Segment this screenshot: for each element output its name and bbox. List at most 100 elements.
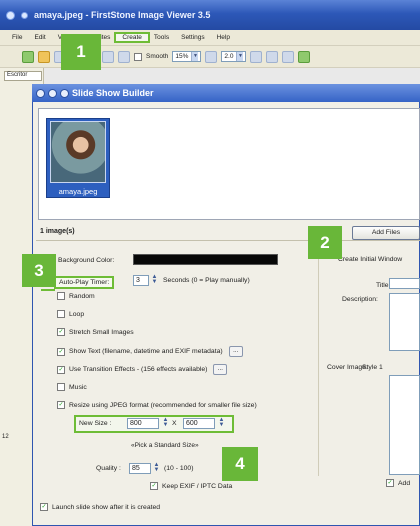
- title-input[interactable]: [389, 278, 420, 289]
- quality-input[interactable]: 85: [129, 463, 151, 474]
- option-loop[interactable]: Loop: [57, 310, 84, 318]
- menu-edit[interactable]: Edit: [28, 34, 51, 41]
- crop-icon[interactable]: [266, 50, 279, 63]
- dialog-close-icon[interactable]: [60, 88, 69, 98]
- edit-icon[interactable]: [298, 50, 311, 63]
- loop-checkbox[interactable]: [57, 310, 65, 318]
- new-size-label: New Size :: [79, 420, 112, 427]
- option-label: Stretch Small Images: [69, 328, 134, 336]
- explorer-tab[interactable]: Escritor: [4, 71, 42, 81]
- quality-hint: (10 - 100): [164, 465, 194, 472]
- random-checkbox[interactable]: [57, 292, 65, 300]
- show-text-settings-button[interactable]: ...: [228, 346, 243, 357]
- dialog-minimize-icon[interactable]: [48, 88, 57, 98]
- app-icon: [6, 10, 15, 20]
- option-label: Resize using JPEG format (recommended fo…: [69, 401, 257, 409]
- zoom-value: 15%: [175, 53, 189, 60]
- option-transitions[interactable]: ✓ Use Transition Effects - (156 effects …: [57, 364, 228, 375]
- step-badge-2: 2: [308, 226, 342, 259]
- option-add-right[interactable]: ✓ Add: [386, 479, 410, 487]
- app-title: amaya.jpeg - FirstStone Image Viewer 3.5: [34, 10, 211, 20]
- cover-image-value[interactable]: Style 1: [362, 364, 383, 371]
- option-resize[interactable]: ✓ Resize using JPEG format (recommended …: [57, 401, 257, 409]
- standard-size-picker[interactable]: «Pick a Standard Size»: [131, 442, 199, 449]
- description-input[interactable]: [389, 293, 420, 351]
- divider: [36, 240, 420, 241]
- highlight-marker: [41, 289, 55, 291]
- size-separator: X: [172, 420, 177, 427]
- app-titlebar: amaya.jpeg - FirstStone Image Viewer 3.5: [0, 0, 420, 30]
- option-label: Add: [398, 479, 411, 487]
- height-spinner[interactable]: ▲ ▼: [218, 417, 225, 429]
- rotate-icon[interactable]: [282, 50, 295, 63]
- option-label: Music: [69, 383, 87, 391]
- smooth-checkbox[interactable]: [134, 52, 142, 61]
- cover-image-preview: [389, 375, 420, 475]
- quality-label: Quality :: [96, 465, 121, 472]
- thumbnail-photo: [50, 121, 106, 183]
- add-right-checkbox[interactable]: ✓: [386, 479, 394, 487]
- autoplay-label: Auto-Play Timer:: [54, 276, 115, 289]
- dialog-menu-icon[interactable]: [36, 88, 45, 98]
- autoplay-hint: Seconds (0 = Play manually): [163, 277, 250, 284]
- zoom-out-icon[interactable]: [118, 50, 130, 63]
- zoom-in-icon[interactable]: [102, 50, 114, 63]
- step-badge-4: 4: [222, 447, 258, 481]
- launch-checkbox[interactable]: ✓: [40, 503, 48, 511]
- autoplay-input[interactable]: 3: [133, 275, 149, 286]
- stretch-checkbox[interactable]: ✓: [57, 328, 65, 336]
- ratio-combo[interactable]: 2.0 ▼: [221, 51, 247, 62]
- menu-create[interactable]: Create: [114, 32, 150, 43]
- explorer-counter: 12: [2, 434, 9, 440]
- zoom-combo[interactable]: 15% ▼: [172, 51, 202, 62]
- hand-tool-icon[interactable]: [250, 50, 263, 63]
- folder-icon[interactable]: [38, 50, 50, 63]
- menu-help[interactable]: Help: [211, 34, 236, 41]
- option-label: Use Transition Effects - (156 effects av…: [69, 366, 208, 373]
- background-color-label: Background Color:: [58, 257, 115, 264]
- width-input[interactable]: 800: [127, 418, 159, 429]
- smooth-label: Smooth: [146, 53, 169, 60]
- window-menu-icon[interactable]: [21, 11, 28, 19]
- step-badge-3: 3: [22, 254, 56, 287]
- open-icon[interactable]: [22, 50, 34, 63]
- thumbnail-caption: amaya.jpeg: [58, 187, 98, 196]
- transitions-settings-button[interactable]: ...: [213, 364, 228, 375]
- ratio-value: 2.0: [224, 53, 234, 60]
- show-text-checkbox[interactable]: ✓: [57, 347, 65, 356]
- music-checkbox[interactable]: [57, 383, 65, 391]
- add-files-button[interactable]: Add Files: [352, 226, 420, 240]
- dialog-titlebar: Slide Show Builder: [32, 84, 420, 102]
- description-label: Description:: [342, 296, 378, 303]
- height-input[interactable]: 600: [183, 418, 215, 429]
- step-badge-1: 1: [61, 34, 101, 70]
- option-music[interactable]: Music: [57, 383, 87, 391]
- chevron-down-icon[interactable]: ▼: [236, 52, 244, 61]
- option-launch[interactable]: ✓ Launch slide show after it is created: [40, 503, 160, 511]
- menu-settings[interactable]: Settings: [175, 34, 211, 41]
- resize-checkbox[interactable]: ✓: [57, 401, 65, 409]
- autoplay-spinner[interactable]: ▲ ▼: [151, 274, 158, 286]
- menu-tools[interactable]: Tools: [148, 34, 175, 41]
- dialog-title: Slide Show Builder: [72, 88, 154, 98]
- image-count: 1 image(s): [40, 228, 75, 235]
- option-stretch[interactable]: ✓ Stretch Small Images: [57, 328, 134, 336]
- keep-exif-checkbox[interactable]: ✓: [150, 482, 158, 490]
- width-spinner[interactable]: ▲ ▼: [162, 417, 169, 429]
- pane-separator: [318, 246, 319, 476]
- option-label: Keep EXIF / IPTC Data: [162, 482, 233, 490]
- chevron-down-icon[interactable]: ▼: [191, 52, 199, 61]
- option-keep-exif[interactable]: ✓ Keep EXIF / IPTC Data: [150, 482, 232, 490]
- option-label: Launch slide show after it is created: [52, 503, 161, 511]
- create-initial-window-label[interactable]: Create Initial Window: [338, 256, 402, 263]
- option-label: Loop: [69, 310, 85, 318]
- option-label: Show Text (filename, datetime and EXIF m…: [69, 348, 223, 355]
- menu-file[interactable]: File: [6, 34, 28, 41]
- background-color-swatch[interactable]: [133, 254, 278, 265]
- option-label: Random: [69, 292, 95, 300]
- fit-icon[interactable]: [205, 50, 218, 63]
- transitions-checkbox[interactable]: ✓: [57, 365, 65, 374]
- option-show-text[interactable]: ✓ Show Text (filename, datetime and EXIF…: [57, 346, 243, 357]
- quality-spinner[interactable]: ▲ ▼: [153, 462, 160, 474]
- option-random[interactable]: Random: [57, 292, 95, 300]
